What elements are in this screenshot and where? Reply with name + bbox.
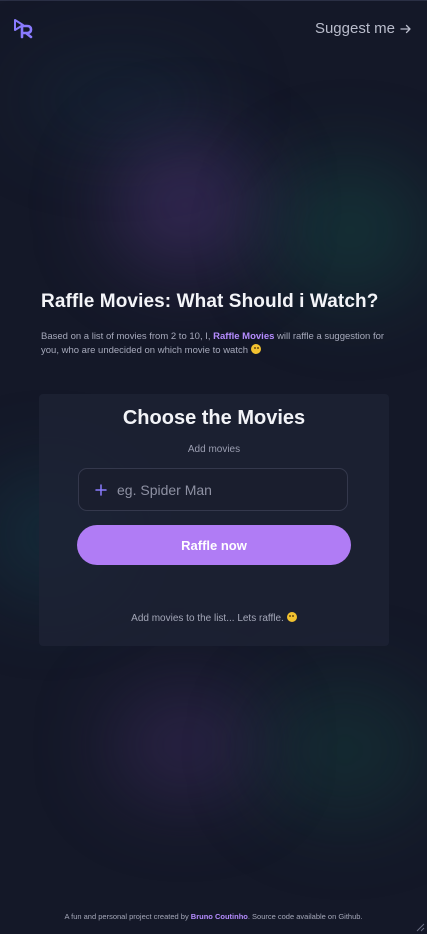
raffle-logo-icon[interactable] — [13, 17, 35, 39]
footer-text: . Source code available on Github. — [247, 912, 363, 921]
footer: A fun and personal project created by Br… — [0, 912, 427, 921]
resize-handle-icon[interactable] — [413, 920, 425, 932]
add-movies-label: Add movies — [187, 444, 241, 455]
card-title: Choose the Movies — [122, 407, 306, 429]
background-glow — [270, 160, 427, 300]
suggest-me-link[interactable]: Suggest me — [315, 20, 412, 37]
plus-icon[interactable] — [95, 483, 107, 496]
description-text: Based on a list of movies from 2 to 10, … — [41, 331, 214, 342]
page-title: Raffle Movies: What Should i Watch? — [41, 291, 379, 312]
movie-name-input[interactable] — [115, 480, 329, 499]
background-glow — [110, 140, 260, 270]
author-link[interactable]: Bruno Coutinho — [191, 912, 248, 921]
movie-input-field[interactable] — [78, 468, 348, 511]
suggest-me-label: Suggest me — [314, 20, 395, 37]
arrow-right-icon — [400, 24, 411, 33]
empty-list-text: Add movies to the list... Lets raffle. — [131, 613, 284, 624]
hero-section: Raffle Movies: What Should i Watch? Base… — [41, 287, 386, 358]
page-description: Based on a list of movies from 2 to 10, … — [41, 330, 386, 358]
grinning-face-emoji-icon — [251, 344, 262, 354]
header: Suggest me — [0, 0, 427, 60]
brand-name: Raffle Movies — [213, 331, 275, 342]
background-glow — [20, 60, 220, 140]
raffle-now-button[interactable]: Raffle now — [77, 525, 351, 565]
background-glow — [260, 680, 427, 820]
empty-list-message: Add movies to the list... Lets raffle. — [39, 612, 389, 624]
footer-text: A fun and personal project created by — [64, 912, 191, 921]
choose-movies-card: Choose the Movies Add movies Raffle now … — [39, 394, 389, 646]
background-glow — [110, 690, 260, 800]
smiling-face-emoji-icon — [286, 612, 297, 622]
